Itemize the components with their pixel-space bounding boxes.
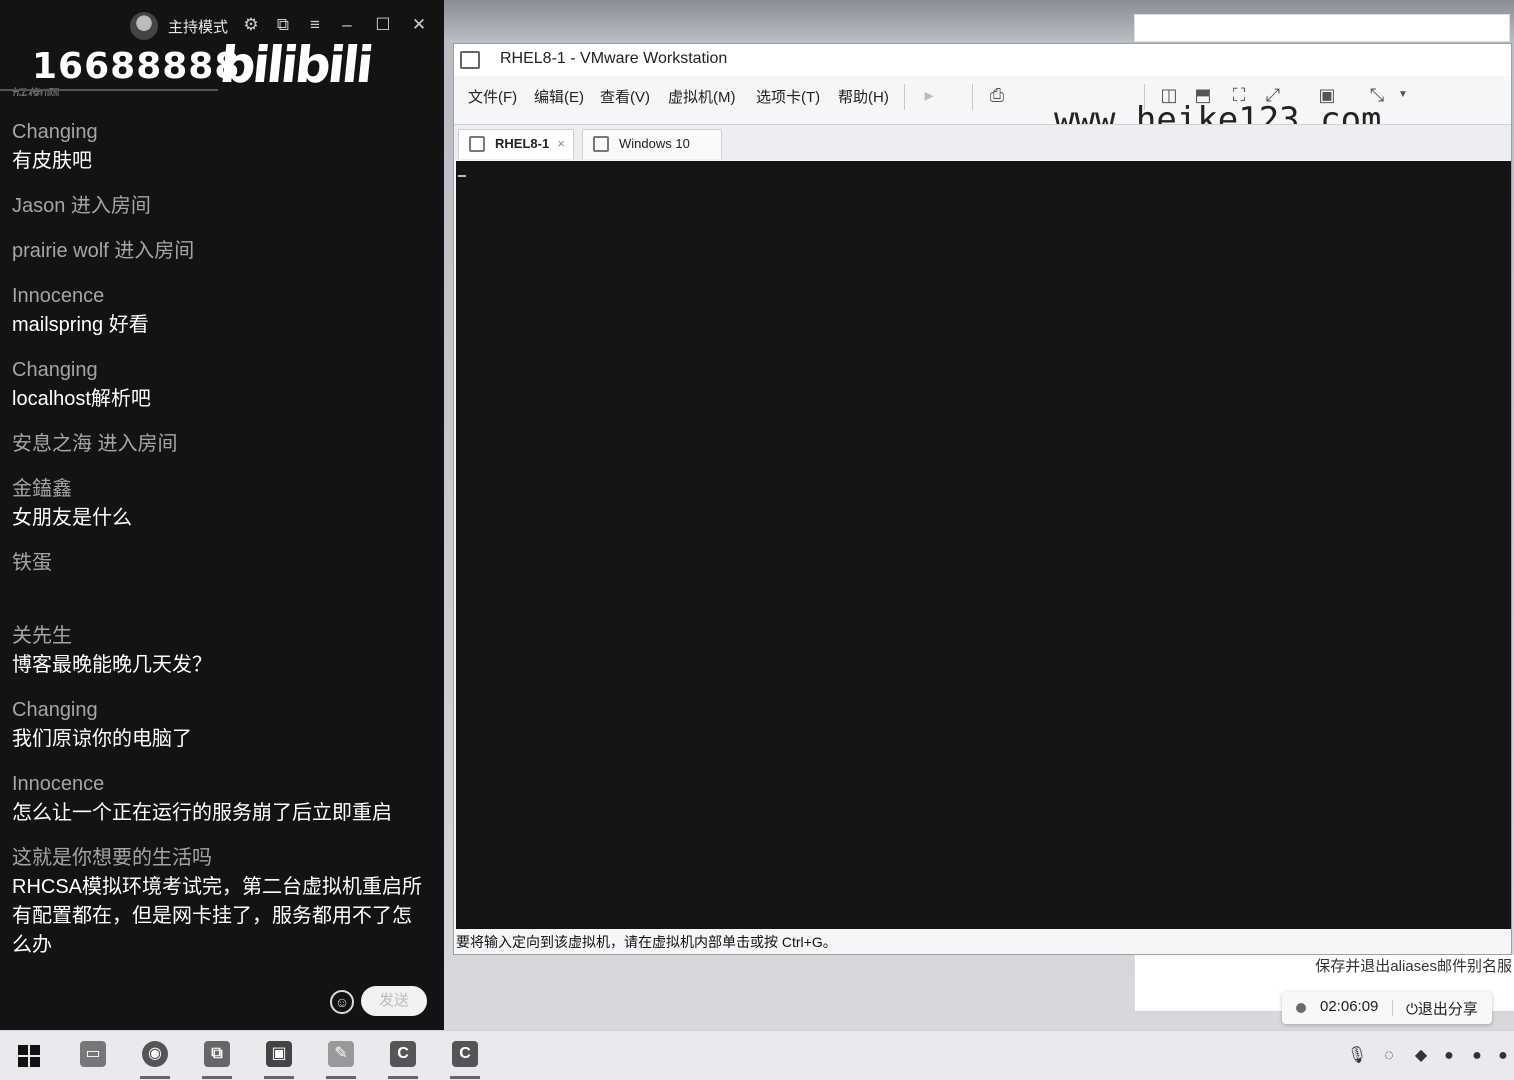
vm-console-screen[interactable] xyxy=(456,161,1511,929)
close-icon[interactable]: ✕ xyxy=(408,14,430,36)
chat-username: Innocence xyxy=(12,773,105,795)
qq-icon[interactable]: ● xyxy=(1438,1045,1460,1067)
maximize-icon[interactable]: ☐ xyxy=(372,14,394,36)
toolbar-divider xyxy=(904,84,905,110)
chat-username: Changing xyxy=(12,121,98,143)
vmware-logo-icon xyxy=(460,51,480,69)
network-icon[interactable]: ◌ xyxy=(1378,1045,1400,1067)
windows-start-icon[interactable] xyxy=(18,1045,40,1067)
menu-view[interactable]: 查看(V) xyxy=(600,86,650,107)
chat-message: 这就是你想要的生活吗 RHCSA模拟环境考试完，第二台虚拟机重启所有配置都在，但… xyxy=(12,844,432,960)
vm-tab-strip: RHEL8-1 × Windows 10 xyxy=(454,124,1511,160)
chat-message: Changing localhost解析吧 xyxy=(12,356,432,414)
settings-icon[interactable]: ⚙ xyxy=(240,14,262,36)
exit-share-label: 退出分享 xyxy=(1417,1001,1478,1018)
chat-username: Jason 进入房间 xyxy=(12,195,151,217)
window-title: RHEL8-1 - VMware Workstation xyxy=(500,50,728,67)
bilibili-logo: bilibili xyxy=(216,36,374,94)
chat-message: Jason 进入房间 xyxy=(12,192,432,221)
chat-message: Innocence mailspring 好看 xyxy=(12,282,432,340)
chat-message: Innocence 怎么让一个正在运行的服务崩了后立即重启 xyxy=(12,770,432,828)
divider xyxy=(1392,1000,1393,1016)
tab-windows-10[interactable]: Windows 10 xyxy=(582,129,722,159)
host-mode-label[interactable]: 主持模式 xyxy=(168,16,228,37)
chat-header: 主持模式 ⚙ ⧉ ≡ – ☐ ✕ 好像啊 16688888 bilibili xyxy=(0,0,444,100)
chat-message: Changing 我们原谅你的电脑了 xyxy=(12,696,432,754)
chat-username: 铁蛋 xyxy=(12,552,52,574)
tab-label: Windows 10 xyxy=(619,136,690,151)
share-timer: 02:06:09 xyxy=(1320,998,1379,1015)
chat-message: prairie wolf 进入房间 xyxy=(12,237,432,266)
vm-icon xyxy=(593,136,609,152)
mic-icon[interactable]: 🎙 xyxy=(1346,1045,1368,1067)
menu-tabs[interactable]: 选项卡(T) xyxy=(756,86,820,107)
vmware-window: RHEL8-1 - VMware Workstation 文件(F) 编辑(E)… xyxy=(453,43,1512,955)
chat-message: 关先生 博客最晚能晚几天发？ xyxy=(12,622,432,680)
vm-icon xyxy=(469,136,485,152)
app-c2-icon[interactable]: C xyxy=(442,1037,488,1079)
snapshot-icon[interactable]: ⎙ xyxy=(984,82,1010,108)
chat-text: 博客最晚能晚几天发？ xyxy=(12,654,212,676)
chevron-down-icon[interactable]: ▼ xyxy=(1390,82,1416,108)
taskbar: ▭ ◉ ⧉ ▣ ✎ C C 🎙 ◌ ◆ ● ● ● xyxy=(0,1030,1514,1080)
chat-username: 安息之海 进入房间 xyxy=(12,433,178,455)
room-number: 16688888 xyxy=(32,46,241,87)
popout-icon[interactable]: ⧉ xyxy=(272,14,294,36)
menu-file[interactable]: 文件(F) xyxy=(468,86,517,107)
minimize-icon[interactable]: – xyxy=(336,14,358,36)
toolbar-divider xyxy=(972,84,973,110)
chat-text: 我们原谅你的电脑了 xyxy=(12,728,192,750)
chat-message: 铁蛋 xyxy=(12,549,432,578)
file-explorer-icon[interactable]: ▭ xyxy=(70,1037,116,1079)
chat-text: mailspring 好看 xyxy=(12,314,149,336)
chat-username: Innocence xyxy=(12,285,105,307)
chat-username: prairie wolf 进入房间 xyxy=(12,240,195,262)
live-chat-panel: 主持模式 ⚙ ⧉ ≡ – ☐ ✕ 好像啊 16688888 bilibili C… xyxy=(0,0,444,1030)
app-tray-icon[interactable]: ◆ xyxy=(1410,1045,1432,1067)
paint-icon[interactable]: ✎ xyxy=(318,1037,364,1079)
chat-text: 怎么让一个正在运行的服务崩了后立即重启 xyxy=(12,802,392,824)
menu-edit[interactable]: 编辑(E) xyxy=(534,86,584,107)
vmware-icon[interactable]: ⧉ xyxy=(194,1037,240,1079)
chat-text: localhost解析吧 xyxy=(12,388,151,410)
chrome-icon[interactable]: ◉ xyxy=(132,1037,178,1079)
chat-message: 金鎑鑫 女朋友是什么 xyxy=(12,475,432,533)
recording-icon xyxy=(1296,1003,1306,1013)
text-cursor xyxy=(458,175,466,177)
chat-username: Changing xyxy=(12,699,98,721)
emoji-icon[interactable]: ☺ xyxy=(330,990,354,1014)
tab-label: RHEL8-1 xyxy=(495,136,550,151)
vmware-titlebar[interactable]: RHEL8-1 - VMware Workstation xyxy=(454,44,1511,76)
chat-message-list[interactable]: Changing 有皮肤吧 Jason 进入房间 prairie wolf 进入… xyxy=(12,118,432,960)
screen-share-bar: 02:06:09 ⏻退出分享 xyxy=(1282,992,1492,1024)
qq-icon-2[interactable]: ● xyxy=(1466,1045,1488,1067)
chat-text: 女朋友是什么 xyxy=(12,507,132,529)
power-icon[interactable]: ▸ xyxy=(916,82,942,108)
background-window-fragment xyxy=(1134,14,1510,42)
chat-username: 这就是你想要的生活吗 xyxy=(12,847,212,869)
chat-username: Changing xyxy=(12,359,98,381)
menu-icon[interactable]: ≡ xyxy=(304,14,326,36)
status-bar: 要将输入定向到该虚拟机，请在虚拟机内部单击或按 Ctrl+G。 xyxy=(456,934,837,950)
tab-rhel8-1[interactable]: RHEL8-1 × xyxy=(458,129,574,159)
close-icon[interactable]: × xyxy=(557,130,565,158)
chat-username: 金鎑鑫 xyxy=(12,478,72,500)
menu-vm[interactable]: 虚拟机(M) xyxy=(668,86,736,107)
app-c-icon[interactable]: C xyxy=(380,1037,426,1079)
media-icon[interactable]: ▣ xyxy=(256,1037,302,1079)
chat-text: 有皮肤吧 xyxy=(12,150,92,172)
exit-share-button[interactable]: ⏻退出分享 xyxy=(1406,998,1478,1019)
menu-help[interactable]: 帮助(H) xyxy=(838,86,889,107)
avatar[interactable] xyxy=(130,12,158,40)
chat-message: Changing 有皮肤吧 xyxy=(12,118,432,176)
chat-username: 关先生 xyxy=(12,625,72,647)
chat-message: 安息之海 进入房间 xyxy=(12,430,432,459)
send-button[interactable]: 发送 xyxy=(361,986,427,1016)
chat-text: RHCSA模拟环境考试完，第二台虚拟机重启所有配置都在，但是网卡挂了，服务都用不… xyxy=(12,876,423,956)
divider xyxy=(0,89,218,91)
qq-icon-3[interactable]: ● xyxy=(1492,1045,1514,1067)
notification-text: 保存并退出aliases邮件别名服 xyxy=(1315,958,1512,975)
